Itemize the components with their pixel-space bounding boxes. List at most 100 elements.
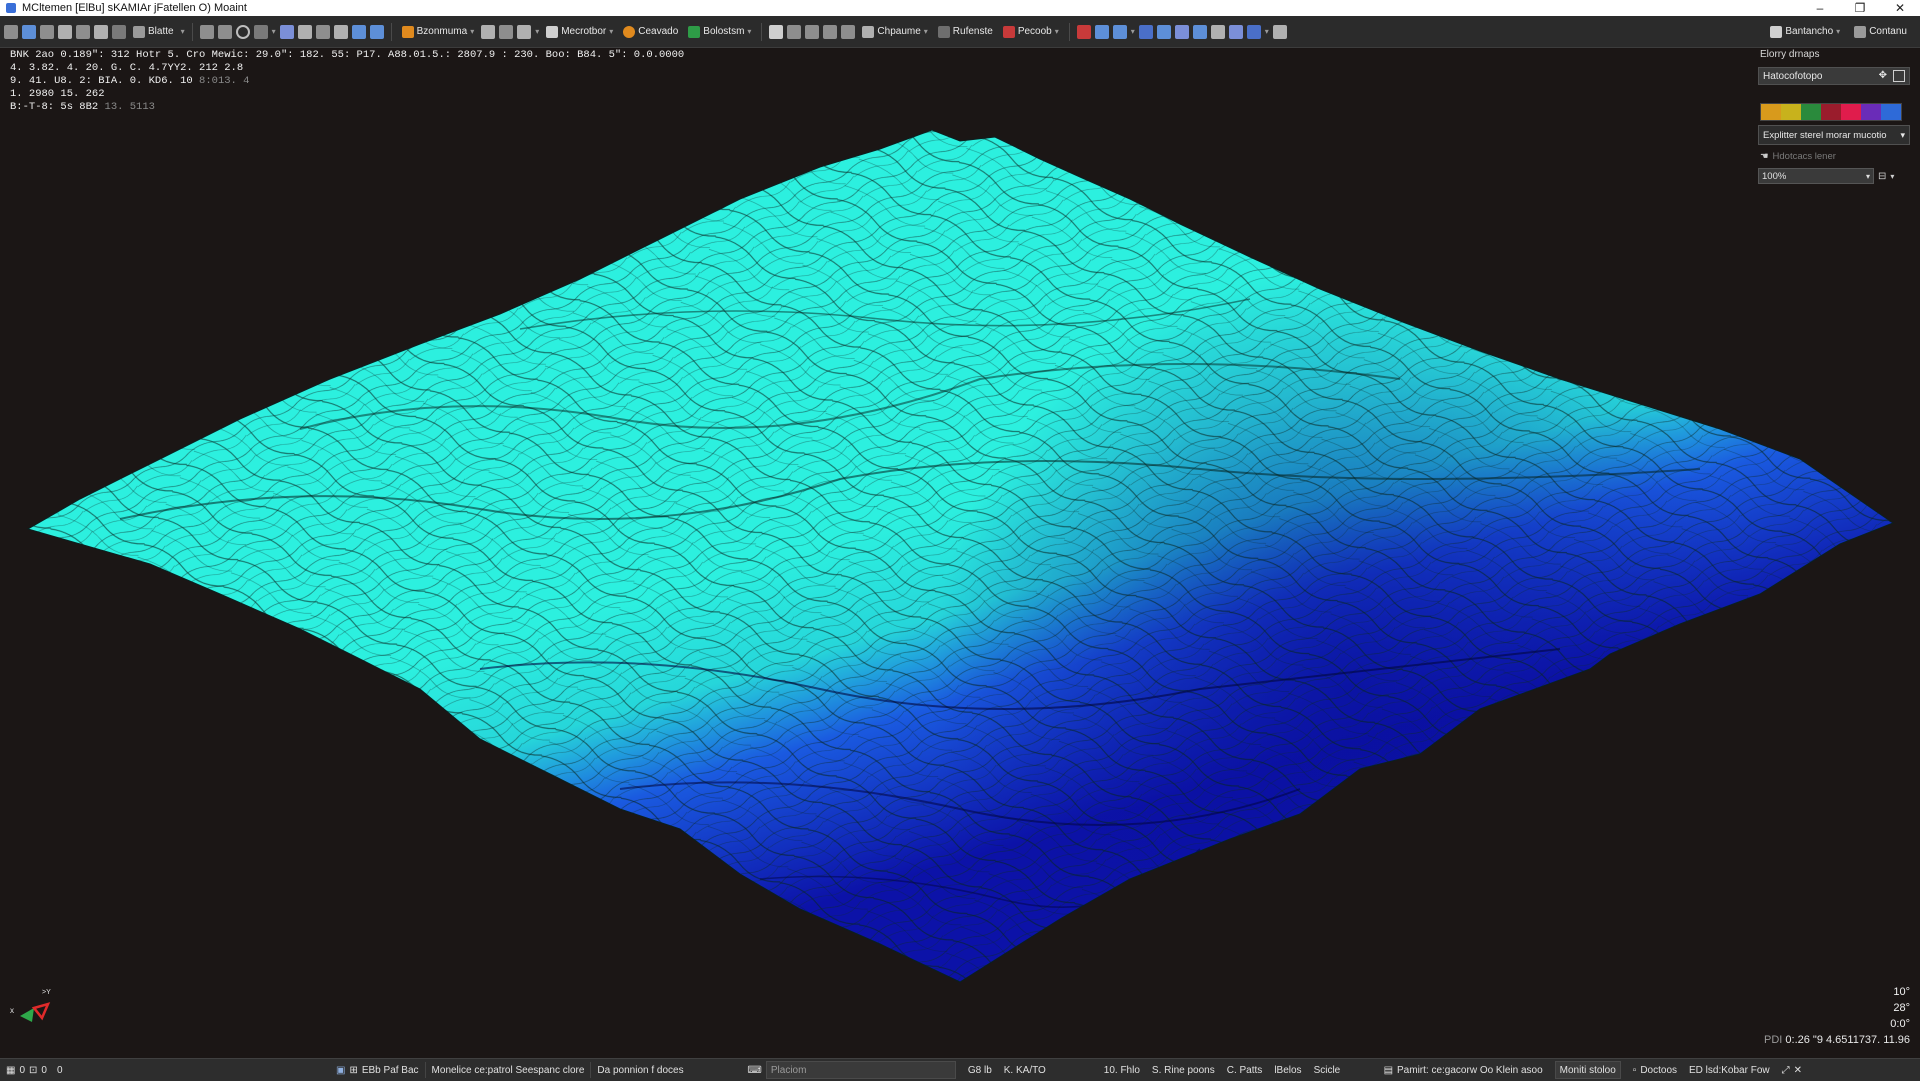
toolbar-button-label: Chpaume xyxy=(877,26,921,37)
status-item[interactable]: Moniti stoloo xyxy=(1549,1059,1627,1081)
compare-icon[interactable] xyxy=(1210,24,1225,39)
close-button[interactable]: ✕ xyxy=(1880,0,1920,16)
keyboard-icon: ⌨ xyxy=(747,1064,762,1076)
monitor-icon[interactable] xyxy=(1156,24,1171,39)
coordinate-value: 0:.26 "9 4.6511737. 11.96 xyxy=(1785,1034,1910,1046)
window-icon[interactable] xyxy=(1094,24,1109,39)
status-item[interactable]: ▫ Doctoos xyxy=(1627,1059,1683,1081)
settings-icon[interactable] xyxy=(1228,24,1243,39)
status-item[interactable]: ▣ ⊞ EBb Paf Bac xyxy=(330,1059,425,1081)
new-file-icon[interactable] xyxy=(22,24,36,39)
toolbar-button-7[interactable]: Rufenste xyxy=(935,22,996,42)
status-counts: ▦ 0 ⊡ 0 0 xyxy=(0,1059,330,1081)
zoom-input[interactable]: 100% ▾ xyxy=(1758,168,1874,184)
color-swatch xyxy=(1761,104,1781,120)
share-icon[interactable] xyxy=(1246,24,1261,39)
link-icon[interactable] xyxy=(805,24,820,39)
panel-icon[interactable] xyxy=(1112,24,1127,39)
main-toolbar: Blatte ▾ ▾ Bzonmuma ▾ ▾ Mecrotbor ▾ Ceav… xyxy=(0,16,1920,48)
menu-icon[interactable] xyxy=(4,24,18,39)
search-input[interactable]: Placiom xyxy=(765,1061,956,1079)
toolbar-button-6[interactable]: Chpaume ▾ xyxy=(859,22,930,42)
layers-icon[interactable]: ⊡ xyxy=(29,1065,37,1076)
help-icon[interactable] xyxy=(1272,24,1287,39)
chevron-down-icon[interactable]: ▾ xyxy=(272,27,276,36)
cloud-icon[interactable] xyxy=(1138,24,1153,39)
save-icon[interactable] xyxy=(58,24,72,39)
layer-field[interactable]: Hatocofotopo ✥ xyxy=(1758,67,1910,85)
export-icon[interactable] xyxy=(1174,24,1189,39)
open-icon[interactable] xyxy=(40,24,54,39)
close-icon: ✕ xyxy=(1793,1064,1802,1076)
app-icon xyxy=(6,3,16,13)
axis-gizmo[interactable]: x >Y xyxy=(8,988,58,1028)
grid-view-icon[interactable] xyxy=(769,24,784,39)
toolbar-button-5[interactable]: Bolostsm ▾ xyxy=(685,22,754,42)
status-text: Pamirt: ce:gacorw Oo Klein asoo xyxy=(1397,1064,1543,1076)
chevron-down-icon[interactable]: ▾ xyxy=(1131,27,1135,36)
chart-icon xyxy=(862,25,875,38)
status-icon: ⊞ xyxy=(349,1064,358,1076)
colormap-select[interactable]: Explitter sterel morar mucotio ▾ xyxy=(1758,125,1910,145)
panel-icon[interactable] xyxy=(1893,70,1905,82)
toolbar-button-3[interactable]: Mecrotbor ▾ xyxy=(543,22,616,42)
status-item: lBelos xyxy=(1268,1059,1307,1081)
refresh-icon[interactable] xyxy=(841,24,856,39)
status-item[interactable]: ▤ Pamirt: ce:gacorw Oo Klein asoo xyxy=(1378,1059,1549,1081)
minimize-button[interactable]: – xyxy=(1800,0,1840,16)
status-item[interactable]: ED lsd:Kobar Fow xyxy=(1683,1059,1776,1081)
toolbar-button-1[interactable]: Blatte xyxy=(130,22,177,42)
status-item[interactable]: Monelice ce:patrol Seespanc clore xyxy=(426,1059,591,1081)
transform-icon[interactable] xyxy=(315,24,330,39)
pen-icon[interactable] xyxy=(253,24,268,39)
lighting-checkbox[interactable]: ☚ Hdotcacs lener xyxy=(1760,151,1912,162)
status-item[interactable]: Da ponnion f doces xyxy=(591,1059,741,1081)
status-field[interactable]: Moniti stoloo xyxy=(1554,1061,1621,1079)
status-item[interactable]: ⤢ ✕ xyxy=(1776,1059,1808,1081)
toolbar-button-8[interactable]: Pecoob ▾ xyxy=(1000,22,1062,42)
grid-icon[interactable] xyxy=(112,24,126,39)
pin-icon[interactable]: ✥ xyxy=(1879,70,1887,82)
chevron-down-icon[interactable]: ▾ xyxy=(181,27,185,36)
chevron-down-icon: ▾ xyxy=(1836,27,1841,36)
view-angles: 10° 28° 0:0° xyxy=(1890,984,1910,1032)
target-icon[interactable] xyxy=(235,24,250,39)
select-icon[interactable] xyxy=(279,24,294,39)
window-controls: – ❐ ✕ xyxy=(1800,0,1920,16)
chevron-down-icon[interactable]: ▾ xyxy=(535,27,539,36)
lasso-icon[interactable] xyxy=(297,24,312,39)
chevron-down-icon[interactable]: ▾ xyxy=(1265,27,1269,36)
status-item: C. Patts xyxy=(1221,1059,1269,1081)
node-icon[interactable] xyxy=(787,24,802,39)
toolbar-right-button-1[interactable]: Bantancho ▾ xyxy=(1767,22,1843,42)
toolbar-separator xyxy=(390,22,392,41)
toolbar-button-2[interactable]: Bzonmuma ▾ xyxy=(399,22,478,42)
toolbar-button-label: Pecoob xyxy=(1017,26,1052,37)
tools-icon[interactable] xyxy=(76,24,90,39)
crop-icon[interactable] xyxy=(823,24,838,39)
toolbar-button-label: Rufenste xyxy=(952,26,993,37)
camera-icon[interactable] xyxy=(481,24,496,39)
rotate-icon[interactable] xyxy=(217,24,232,39)
move-icon[interactable] xyxy=(199,24,214,39)
layers-icon[interactable] xyxy=(94,24,108,39)
status-search[interactable]: ⌨ Placiom xyxy=(741,1059,961,1081)
chevron-down-icon[interactable]: ▾ xyxy=(1890,172,1894,181)
print-icon[interactable] xyxy=(499,24,514,39)
fit-view-icon[interactable]: ⊟ xyxy=(1878,171,1886,182)
record-icon[interactable] xyxy=(1076,24,1091,39)
maximize-button[interactable]: ❐ xyxy=(1840,0,1880,16)
toolbar-button-label: Bantancho xyxy=(1785,26,1834,37)
chevron-down-icon: ▾ xyxy=(923,27,928,36)
image-icon[interactable] xyxy=(517,24,532,39)
tree-icon xyxy=(688,25,701,38)
measure-icon[interactable] xyxy=(333,24,348,39)
split-icon[interactable] xyxy=(1192,24,1207,39)
terrain-surface[interactable] xyxy=(0,49,1920,1058)
toolbar-button-4[interactable]: Ceavado xyxy=(620,22,681,42)
colormap-swatches[interactable] xyxy=(1760,103,1902,121)
grid-icon[interactable]: ▦ xyxy=(6,1065,15,1076)
table-icon[interactable] xyxy=(351,24,366,39)
toolbar-right-button-2[interactable]: Contanu xyxy=(1851,22,1910,42)
list-icon[interactable] xyxy=(369,24,384,39)
